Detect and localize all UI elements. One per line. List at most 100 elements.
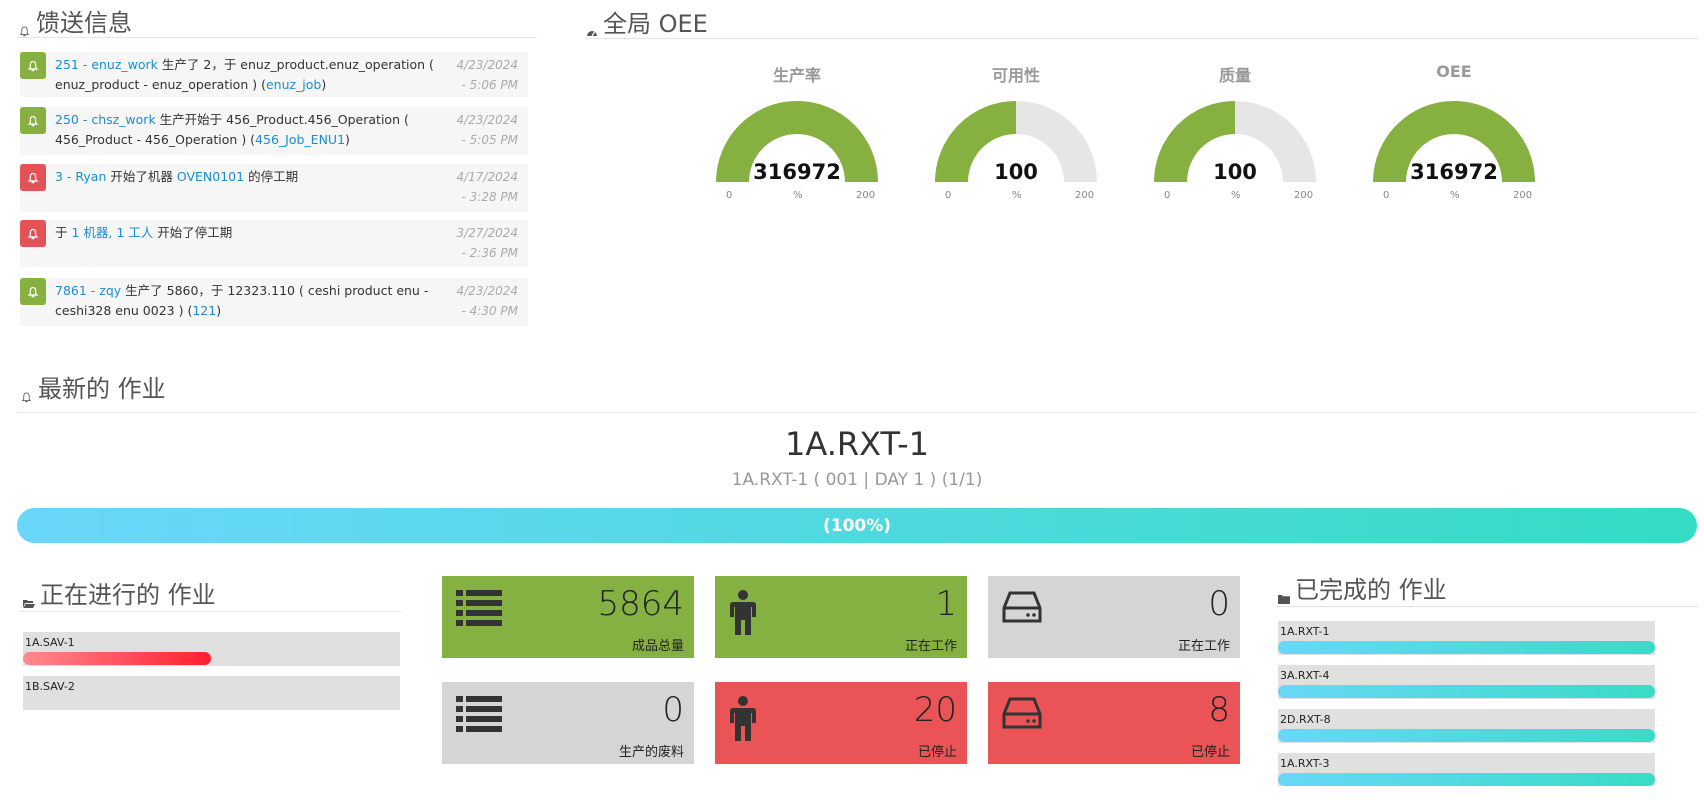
feed-item[interactable]: 3 - Ryan 开始了机器 OVEN0101 的停工期 4/17/2024- …	[20, 164, 528, 212]
feed-item[interactable]: 250 - chsz_work 生产开始于 456_Product.456_Op…	[20, 107, 528, 155]
bell-badge	[20, 220, 46, 247]
done-title: 已完成的 作业	[1278, 570, 1447, 605]
bell-badge	[20, 164, 46, 191]
feed-link[interactable]: 1 机器, 1 工人	[71, 225, 153, 240]
feed-timestamp: 4/23/2024- 5:06 PM	[456, 58, 518, 92]
feed-link[interactable]: 3 - Ryan	[55, 169, 106, 184]
gauge-min: 0	[945, 190, 952, 201]
gauge-1: 可用性 100 0 % 200	[916, 60, 1116, 210]
bell-badge	[20, 278, 46, 305]
folder-icon	[1278, 582, 1290, 604]
bell-icon	[27, 60, 39, 71]
gauge-unit: %	[1450, 190, 1460, 201]
gauge-title: 生产率	[772, 66, 821, 85]
gauge-max: 200	[1075, 190, 1095, 201]
done-item[interactable]: 1A.RXT-1	[1278, 621, 1655, 655]
job-progress-bar	[1278, 729, 1655, 742]
gauge-2: 质量 100 0 % 200	[1135, 60, 1335, 210]
bell-badge	[20, 52, 46, 79]
gauge-0: 生产率 316972 0 % 200	[697, 60, 897, 210]
latest-job-progress: (100%)	[17, 508, 1697, 543]
stat-tile-scrap[interactable]: 0 生产的废料	[442, 682, 694, 764]
feed-text: 7861 - zqy 生产了 5860，于 12323.110 ( ceshi …	[55, 283, 429, 318]
in-progress-item[interactable]: 1A.SAV-1	[23, 632, 400, 666]
feed-timestamp: 4/23/2024- 4:30 PM	[456, 284, 518, 318]
gauge-min: 0	[1164, 190, 1171, 201]
feed-link[interactable]: 7861 - zqy	[55, 283, 121, 298]
bell-icon	[21, 381, 32, 403]
list-icon	[456, 590, 502, 630]
done-item[interactable]: 1A.RXT-3	[1278, 753, 1655, 786]
stat-value: 1	[935, 584, 957, 624]
feed-item[interactable]: 7861 - zqy 生产了 5860，于 12323.110 ( ceshi …	[20, 278, 528, 326]
gauge-min: 0	[1383, 190, 1390, 201]
job-progress-bar	[1278, 641, 1655, 654]
feed-job-link[interactable]: enuz_job	[266, 77, 321, 92]
feed-item[interactable]: 于 1 机器, 1 工人 开始了停工期 3/27/2024- 2:36 PM	[20, 220, 528, 267]
stat-tile-total-output[interactable]: 5864 成品总量	[442, 576, 694, 658]
feed-job-link[interactable]: 456_Job_ENU1	[255, 132, 345, 147]
job-label: 1A.SAV-1	[25, 636, 75, 649]
stat-caption: 已停止	[917, 745, 957, 760]
feed-text: 于 1 机器, 1 工人 开始了停工期	[55, 225, 233, 240]
stat-caption: 成品总量	[631, 639, 684, 654]
gauge-value: 100	[994, 160, 1038, 184]
job-label: 3A.RXT-4	[1280, 669, 1330, 682]
gauge-title: 质量	[1218, 66, 1251, 85]
gauge-title: 可用性	[991, 66, 1040, 85]
stat-tile-machines-stopped[interactable]: 8 已停止	[988, 682, 1240, 764]
gauge-value: 316972	[1410, 160, 1498, 184]
done-item[interactable]: 3A.RXT-4	[1278, 665, 1655, 699]
bell-icon	[27, 228, 39, 239]
gauge-min: 0	[726, 190, 733, 201]
feed-link[interactable]: 250 - chsz_work	[55, 112, 156, 127]
done-item[interactable]: 2D.RXT-8	[1278, 709, 1655, 743]
feed-item[interactable]: 251 - enuz_work 生产了 2，于 enuz_product.enu…	[20, 52, 528, 97]
folder-open-icon	[23, 587, 35, 608]
latest-job-name[interactable]: 1A.RXT-1	[0, 425, 1704, 463]
gauge-title: OEE	[1436, 62, 1472, 81]
job-label: 1A.RXT-3	[1280, 757, 1330, 770]
person-icon	[729, 696, 757, 746]
latest-job-detail: 1A.RXT-1 ( 001 | DAY 1 ) (1/1)	[731, 470, 983, 490]
feed-title: 馈送信息	[19, 3, 132, 38]
job-label: 1A.RXT-1	[1280, 625, 1330, 638]
gauge-unit: %	[1231, 190, 1241, 201]
feed-text: 3 - Ryan 开始了机器 OVEN0101 的停工期	[55, 169, 299, 184]
drive-icon	[1002, 590, 1042, 628]
gauge-max: 200	[1513, 190, 1533, 201]
gauge-value: 316972	[753, 160, 841, 184]
stat-caption: 已停止	[1190, 745, 1230, 760]
stat-value: 0	[1208, 584, 1230, 624]
in-progress-item[interactable]: 1B.SAV-2	[23, 676, 400, 710]
job-label: 1B.SAV-2	[25, 680, 75, 693]
feed-link[interactable]: 251 - enuz_work	[55, 57, 158, 72]
latest-title: 最新的 作业	[21, 369, 166, 404]
bell-icon	[27, 172, 39, 183]
feed-machine-link[interactable]: OVEN0101	[177, 169, 244, 184]
feed-timestamp: 4/23/2024- 5:05 PM	[456, 113, 518, 147]
stat-tile-workers-stopped[interactable]: 20 已停止	[715, 682, 967, 764]
feed-job-link[interactable]: 121	[192, 303, 216, 318]
stat-value: 0	[662, 690, 684, 730]
in-progress-title: 正在进行的 作业	[23, 575, 216, 610]
bell-icon	[19, 15, 30, 37]
bell-icon	[27, 115, 39, 126]
gauge-3: OEE 316972 0 % 200	[1354, 60, 1554, 210]
dashboard-icon	[586, 16, 597, 37]
drive-icon	[1002, 696, 1042, 734]
bell-badge	[20, 107, 46, 134]
gauge-unit: %	[793, 190, 803, 201]
gauge-value: 100	[1213, 160, 1257, 184]
oee-title: 全局 OEE	[586, 4, 708, 39]
job-label: 2D.RXT-8	[1280, 713, 1331, 726]
job-progress-bar	[1278, 773, 1655, 786]
feed-text: 250 - chsz_work 生产开始于 456_Product.456_Op…	[55, 112, 409, 147]
list-icon	[456, 696, 502, 736]
job-progress-bar	[1278, 685, 1655, 698]
stat-value: 20	[913, 690, 957, 730]
stat-value: 5864	[597, 584, 684, 624]
stat-caption: 正在工作	[1177, 639, 1230, 654]
stat-tile-machines-working[interactable]: 0 正在工作	[988, 576, 1240, 658]
stat-tile-workers-working[interactable]: 1 正在工作	[715, 576, 967, 658]
